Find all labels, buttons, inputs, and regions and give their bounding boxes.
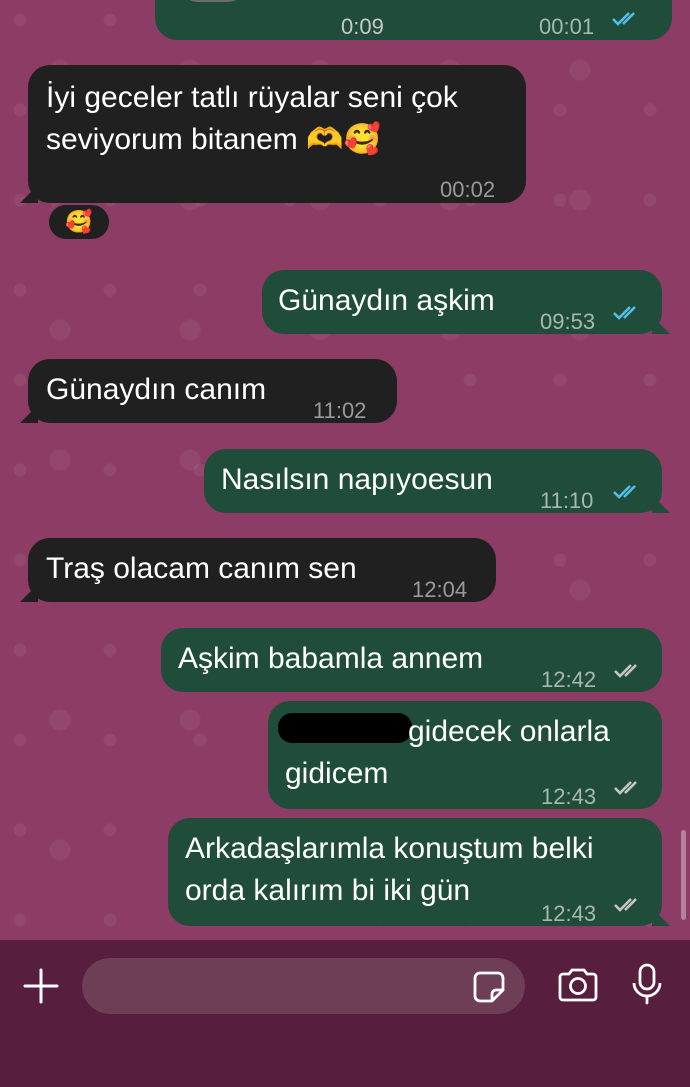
- message-bubble-incoming[interactable]: Günaydın canım 11:02: [20, 359, 397, 423]
- message-text-line: gidecek onlarla: [408, 715, 610, 748]
- message-bubble-outgoing[interactable]: gidecek onlarla gidicem 12:43: [268, 701, 662, 809]
- message-input[interactable]: [82, 958, 525, 1014]
- message-time: 12:04: [412, 577, 468, 602]
- plus-icon[interactable]: [22, 967, 60, 1005]
- message-text: Günaydın canım: [46, 373, 267, 406]
- message-time: 09:53: [540, 309, 596, 334]
- message-bubble-outgoing[interactable]: Günaydın aşkim 09:53: [262, 270, 670, 334]
- bubble-tail: [652, 495, 670, 513]
- bubble-tail: [652, 908, 670, 926]
- read-ticks-icon: [613, 485, 636, 499]
- bubble-tail: [20, 405, 38, 423]
- message-time: 11:10: [540, 488, 594, 513]
- camera-icon[interactable]: [556, 967, 600, 1003]
- message-time: 12:42: [541, 667, 597, 692]
- message-time: 12:43: [541, 901, 597, 926]
- message-text-line: gidicem: [285, 757, 389, 790]
- message-text: Aşkim babamla annem: [178, 642, 484, 675]
- message-text: Traş olacam canım sen: [46, 552, 357, 585]
- message-text-line: seviyorum bitanem 🫶🥰: [46, 123, 381, 156]
- message-bubble-outgoing[interactable]: Arkadaşlarımla konuştum belki orda kalır…: [168, 818, 670, 926]
- delivered-ticks-icon: [614, 781, 637, 795]
- message-text-line: İyi geceler tatlı rüyalar seni çok: [46, 81, 458, 114]
- scrollbar[interactable]: [681, 830, 686, 920]
- media-duration: 0:09: [341, 14, 384, 39]
- message-bubble-incoming[interactable]: Traş olacam canım sen 12:04: [20, 538, 496, 602]
- message-time: 12:43: [541, 784, 597, 809]
- bubble-tail: [652, 316, 670, 334]
- message-time: 00:02: [440, 177, 496, 202]
- microphone-icon[interactable]: [630, 962, 664, 1006]
- read-ticks-icon: [613, 306, 636, 320]
- message-text-line: Arkadaşlarımla konuştum belki: [185, 832, 594, 865]
- bubble-tail: [20, 584, 38, 602]
- message-bubble-outgoing[interactable]: 0:09 00:01: [155, 0, 672, 40]
- message-text: Günaydın aşkim: [278, 284, 495, 317]
- delivered-ticks-icon: [614, 664, 637, 678]
- message-text-line: orda kalırım bi iki gün: [185, 874, 471, 907]
- reaction-badge[interactable]: 🥰: [47, 203, 111, 241]
- media-thumbnail[interactable]: [183, 0, 243, 2]
- message-bubble-outgoing[interactable]: Aşkim babamla annem 12:42: [161, 628, 662, 692]
- message-text: Nasılsın napıyoesun: [221, 463, 493, 496]
- message-time: 00:01: [539, 14, 595, 39]
- redaction-mark: [278, 713, 412, 743]
- message-bubble-incoming[interactable]: İyi geceler tatlı rüyalar seni çok seviy…: [20, 65, 526, 203]
- sticker-icon[interactable]: [472, 970, 506, 1004]
- delivered-ticks-icon: [614, 898, 637, 912]
- bubble-tail: [20, 185, 38, 203]
- message-time: 11:02: [313, 398, 367, 423]
- read-ticks-icon: [612, 12, 635, 26]
- message-bubble-outgoing[interactable]: Nasılsın napıyoesun 11:10: [204, 449, 670, 513]
